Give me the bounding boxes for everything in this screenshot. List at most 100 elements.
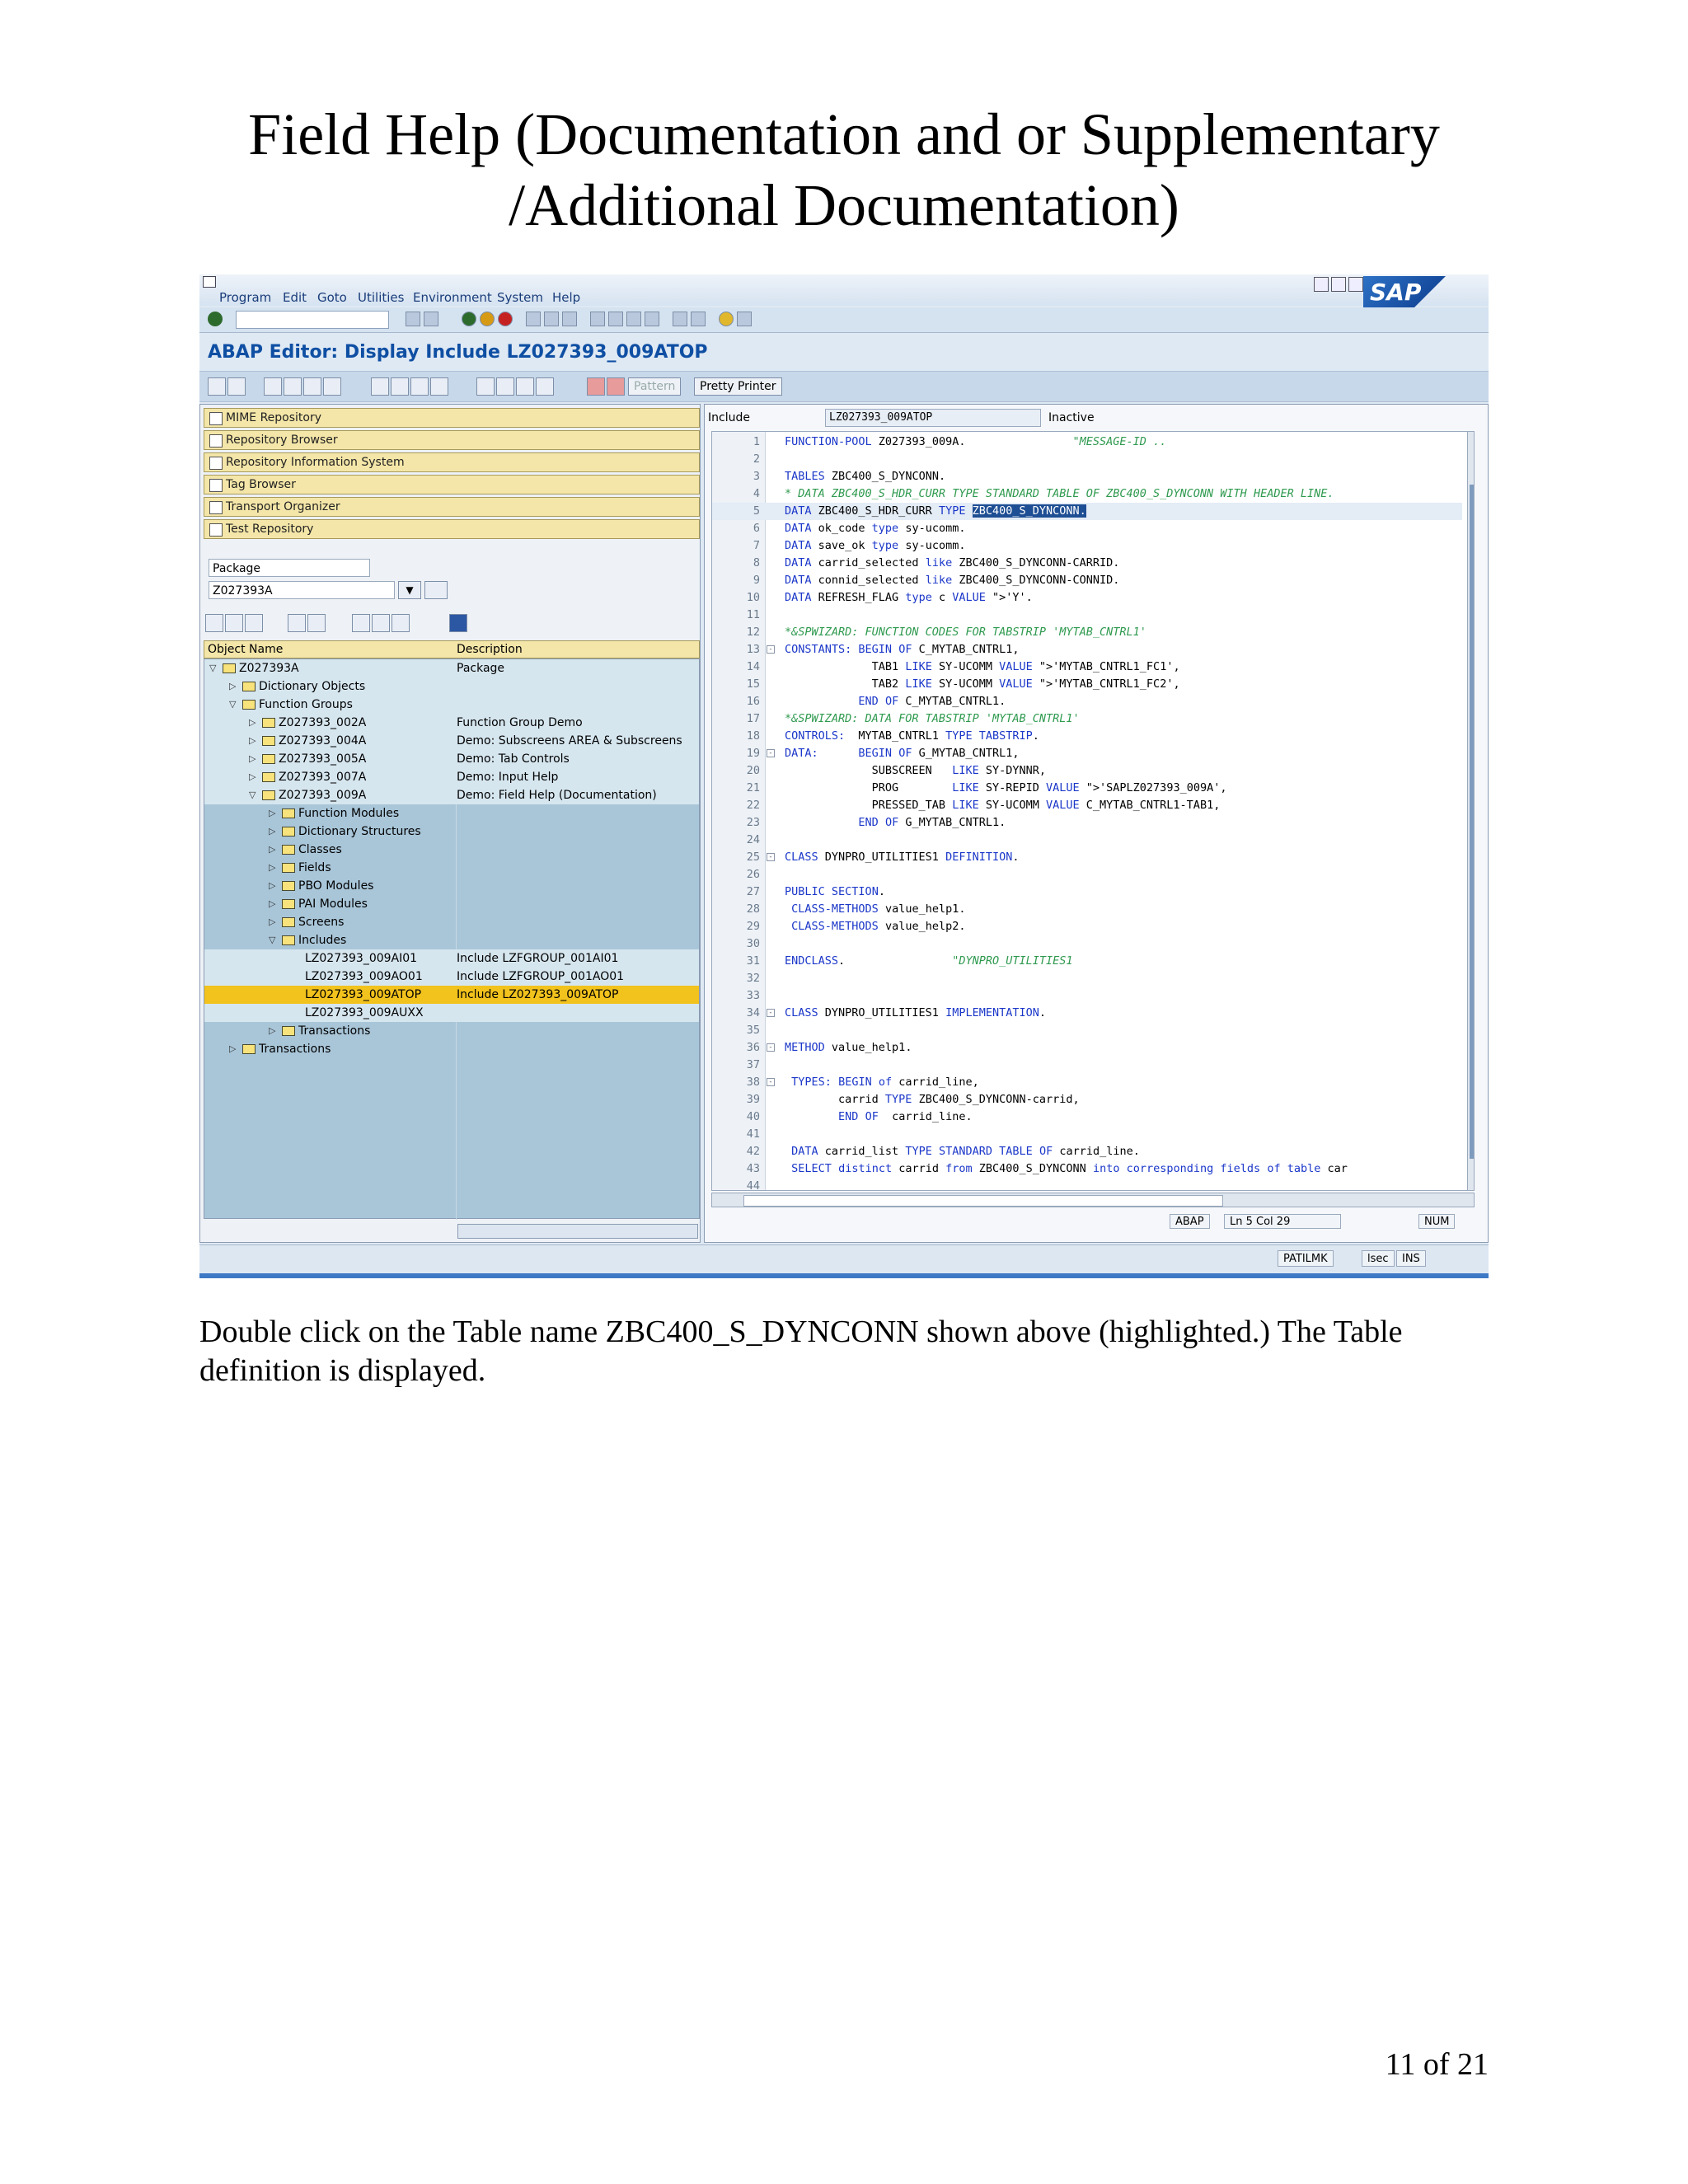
fold-toggle-icon[interactable]: -: [767, 853, 775, 861]
fullscreen-icon[interactable]: [516, 377, 534, 396]
code-line[interactable]: 29 CLASS-METHODS value_help2.: [712, 918, 1462, 935]
display-change-icon[interactable]: [264, 377, 282, 396]
tree-row[interactable]: ▷ Z027393_005A Demo: Tab Controls: [204, 750, 699, 768]
next-object-icon[interactable]: [227, 377, 246, 396]
tree-row[interactable]: ▷ Transactions: [204, 1022, 699, 1040]
menu-utilities[interactable]: Utilities: [358, 290, 404, 305]
code-line[interactable]: 11: [712, 607, 1462, 624]
scroll-thumb[interactable]: [743, 1195, 1223, 1207]
nav-transport-organizer[interactable]: Transport Organizer: [204, 497, 700, 517]
tree-row[interactable]: ▷ Z027393_007A Demo: Input Help: [204, 768, 699, 786]
code-line[interactable]: 37: [712, 1057, 1462, 1074]
fold-toggle-icon[interactable]: -: [767, 749, 775, 757]
code-line[interactable]: 3 TABLES ZBC400_S_DYNCONN.: [712, 468, 1462, 485]
code-line[interactable]: 17 *&SPWIZARD: DATA FOR TABSTRIP 'MYTAB_C…: [712, 710, 1462, 728]
fold-toggle-icon[interactable]: -: [767, 1043, 775, 1052]
tree-row[interactable]: ▷ PAI Modules: [204, 895, 699, 913]
code-line[interactable]: 34- CLASS DYNPRO_UTILITIES1 IMPLEMENTATIO…: [712, 1005, 1462, 1022]
nav-test-repository[interactable]: Test Repository: [204, 519, 700, 539]
tree-row[interactable]: ▷ Dictionary Structures: [204, 823, 699, 841]
code-line[interactable]: 15 TAB2 LIKE SY-UCOMM VALUE ">'MYTAB_CNT…: [712, 676, 1462, 693]
code-line[interactable]: 39 carrid TYPE ZBC400_S_DYNCONN-carrid,: [712, 1091, 1462, 1108]
delete-breakpoint-icon[interactable]: [607, 377, 625, 396]
back-arrow-icon[interactable]: [406, 312, 420, 326]
test-icon[interactable]: [371, 377, 389, 396]
tree-row[interactable]: ▽ Includes: [204, 931, 699, 949]
display-glasses-icon[interactable]: [424, 581, 448, 599]
navigation-window-icon[interactable]: [430, 377, 448, 396]
fold-toggle-icon[interactable]: -: [767, 1009, 775, 1017]
maximize-icon[interactable]: [1331, 277, 1346, 292]
code-line[interactable]: 44: [712, 1178, 1462, 1190]
editor-vertical-scrollbar[interactable]: [1467, 432, 1474, 1190]
object-type-select[interactable]: Package: [209, 559, 370, 577]
pretty-printer-button[interactable]: Pretty Printer: [694, 377, 782, 396]
tree-hierarchy-icon[interactable]: [352, 614, 370, 632]
shortcut-icon[interactable]: [691, 312, 706, 326]
previous-page-icon[interactable]: [608, 312, 623, 326]
code-line[interactable]: 13- CONSTANTS: BEGIN OF C_MYTAB_CNTRL1,: [712, 641, 1462, 658]
tree-row-selected[interactable]: LZ027393_009ATOP Include LZ027393_009ATOP: [204, 986, 699, 1004]
code-line[interactable]: 12 *&SPWIZARD: FUNCTION CODES FOR TABSTRI…: [712, 624, 1462, 641]
code-line[interactable]: 4 * DATA ZBC400_S_HDR_CURR TYPE STANDARD …: [712, 485, 1462, 503]
code-line[interactable]: 26: [712, 866, 1462, 883]
code-line[interactable]: 41: [712, 1126, 1462, 1143]
menu-help[interactable]: Help: [552, 290, 580, 305]
menu-goto[interactable]: Goto: [317, 290, 347, 305]
code-line[interactable]: 30: [712, 935, 1462, 953]
code-line[interactable]: 40 END OF carrid_line.: [712, 1108, 1462, 1126]
tree-display-icon[interactable]: [372, 614, 390, 632]
nav-repository-information-system[interactable]: Repository Information System: [204, 452, 700, 472]
close-icon[interactable]: [1348, 277, 1363, 292]
tree-row[interactable]: ▽ Z027393_009A Demo: Field Help (Documenta…: [204, 786, 699, 804]
tree-horizontal-scrollbar[interactable]: [457, 1224, 698, 1239]
code-line[interactable]: 24: [712, 832, 1462, 849]
code-line[interactable]: 16 END OF C_MYTAB_CNTRL1.: [712, 693, 1462, 710]
last-page-icon[interactable]: [645, 312, 659, 326]
tree-row[interactable]: ▷ Screens: [204, 913, 699, 931]
code-line[interactable]: 1 FUNCTION-POOL Z027393_009A. "MESSAGE-ID…: [712, 434, 1462, 451]
code-line[interactable]: 38- TYPES: BEGIN of carrid_line,: [712, 1074, 1462, 1091]
code-line[interactable]: 5 DATA ZBC400_S_HDR_CURR TYPE ZBC400_S_DY…: [712, 503, 1462, 520]
next-page-icon[interactable]: [626, 312, 641, 326]
save-icon[interactable]: [424, 312, 438, 326]
check-icon[interactable]: [303, 377, 321, 396]
print-preview-icon[interactable]: [496, 377, 514, 396]
forward-history-icon[interactable]: [245, 614, 263, 632]
tree-row[interactable]: ▽ Function Groups: [204, 696, 699, 714]
scroll-thumb[interactable]: [1470, 485, 1474, 1159]
activate-icon[interactable]: [323, 377, 341, 396]
active-inactive-icon[interactable]: [284, 377, 302, 396]
back-history-icon[interactable]: [205, 614, 223, 632]
column-description[interactable]: Description: [457, 641, 523, 658]
tree-row[interactable]: ▷ Transactions: [204, 1040, 699, 1058]
where-used-icon[interactable]: [391, 377, 409, 396]
code-line[interactable]: 23 END OF G_MYTAB_CNTRL1.: [712, 814, 1462, 832]
object-list-icon[interactable]: [410, 377, 429, 396]
code-line[interactable]: 35: [712, 1022, 1462, 1039]
system-user[interactable]: PATILMK: [1278, 1250, 1334, 1267]
code-line[interactable]: 25- CLASS DYNPRO_UTILITIES1 DEFINITION.: [712, 849, 1462, 866]
tree-row[interactable]: ▷ Z027393_004A Demo: Subscreens AREA & Sub…: [204, 732, 699, 750]
menu-edit[interactable]: Edit: [283, 290, 307, 305]
print-icon[interactable]: [526, 312, 541, 326]
code-line[interactable]: 10 DATA REFRESH_FLAG type c VALUE ">'Y'.: [712, 589, 1462, 607]
code-line[interactable]: 32: [712, 970, 1462, 987]
editor-horizontal-scrollbar[interactable]: [711, 1193, 1475, 1207]
layout-menu-icon[interactable]: [737, 312, 752, 326]
pattern-button[interactable]: Pattern: [628, 377, 682, 396]
code-line[interactable]: 43 SELECT distinct carrid from ZBC400_S_…: [712, 1160, 1462, 1178]
tree-row[interactable]: LZ027393_009AI01 Include LZFGROUP_001AI01: [204, 949, 699, 968]
find-icon[interactable]: [544, 312, 559, 326]
tree-row[interactable]: LZ027393_009AUXX: [204, 1004, 699, 1022]
cancel-icon[interactable]: [498, 312, 513, 326]
code-line[interactable]: 33: [712, 987, 1462, 1005]
code-line[interactable]: 18 CONTROLS: MYTAB_CNTRL1 TYPE TABSTRIP.: [712, 728, 1462, 745]
tree-row[interactable]: ▷ Dictionary Objects: [204, 677, 699, 696]
code-line[interactable]: 22 PRESSED_TAB LIKE SY-UCOMM VALUE C_MYT…: [712, 797, 1462, 814]
refresh-icon[interactable]: [392, 614, 410, 632]
prev-object-icon[interactable]: [208, 377, 226, 396]
find-next-icon[interactable]: [562, 312, 577, 326]
nav-tag-browser[interactable]: Tag Browser: [204, 475, 700, 494]
menu-system[interactable]: System: [497, 290, 543, 305]
